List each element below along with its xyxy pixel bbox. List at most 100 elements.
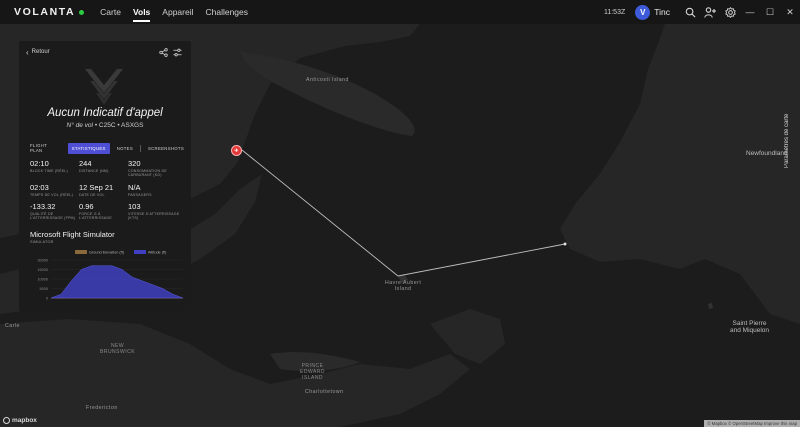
search-icon[interactable] <box>680 0 700 24</box>
map-label-new-brunswick: NEW BRUNSWICK <box>100 343 136 355</box>
flight-info: • C25C • ASXGS <box>94 122 144 129</box>
stat-landing-rate: -133.32 QUALITÉ DE L'ATTERRISSAGE (FPM) <box>30 202 79 221</box>
stat-label: QUALITÉ DE L'ATTERRISSAGE (FPM) <box>30 211 76 221</box>
stat-label: VITESSE D'ATTERRISSAGE (KTS) <box>128 211 180 221</box>
panel-header: ‹ Retour <box>19 41 191 63</box>
add-user-icon[interactable] <box>700 0 720 24</box>
stat-value: 244 <box>79 159 92 168</box>
simulator-name: Microsoft Flight Simulator <box>30 230 115 239</box>
stat-value: 103 <box>128 201 141 211</box>
back-button[interactable]: ‹ Retour <box>26 48 50 57</box>
sliders-icon[interactable] <box>170 48 184 57</box>
airport-icon: ✈ <box>234 147 239 154</box>
stat-passengers: N/A PASSAGERS <box>128 183 186 197</box>
top-right-area: 11:53Z V Tinc — ☐ ✕ <box>604 0 800 24</box>
stat-label: FORCE G À L'ATTERRISSAGE <box>79 211 112 221</box>
map-settings-tab[interactable]: Paramètres de carte <box>784 88 796 168</box>
stat-value: 02:03 <box>30 182 49 192</box>
mapbox-logo: mapbox <box>3 417 37 424</box>
chart-altitude-series <box>50 265 184 299</box>
stat-value: 12 Sep 21 <box>79 182 114 192</box>
map-label-pei: PRINCE EDWARD ISLAND <box>300 363 326 381</box>
nav-carte[interactable]: Carte <box>94 0 127 24</box>
avatar[interactable]: V <box>635 4 651 20</box>
airline-emblem-icon <box>85 69 123 105</box>
maximize-button[interactable]: ☐ <box>760 0 780 24</box>
map-label-havre-aubert: Havre Aubert Island <box>385 280 422 292</box>
close-icon: ✕ <box>786 6 794 17</box>
departure-marker[interactable]: ✈ <box>231 145 242 156</box>
top-bar: VOLANTA Carte Vols Appareil Challenges 1… <box>0 0 800 24</box>
chart-y-tick-label: 0 <box>46 297 48 301</box>
maximize-icon: ☐ <box>765 6 775 17</box>
share-icon[interactable] <box>156 47 170 57</box>
mapbox-icon <box>3 417 10 424</box>
altitude-chart[interactable]: 20000 15000 10000 5000 0 Ground Elevation (ft… <box>23 246 187 308</box>
nav-vols[interactable]: Vols <box>127 0 156 24</box>
flight-detail-panel: ‹ Retour Aucun Indicatif d'appel N° de vo… <box>19 41 191 311</box>
map-label-anticosti: Anticosti Island <box>306 77 349 83</box>
map-label-carte: Carle <box>5 323 20 329</box>
tab-statistiques[interactable]: STATISTIQUES <box>67 142 110 154</box>
stat-fuel: 320 CONSOMMATION DE CARBURANT (KG) <box>128 159 186 178</box>
tab-screenshots[interactable]: SCREENSHOTS <box>144 143 188 154</box>
nav-appareil[interactable]: Appareil <box>156 0 199 24</box>
map-label-fredericton: Fredericton <box>86 405 118 411</box>
chevron-left-icon: ‹ <box>26 47 29 57</box>
chart-y-tick-label: 15000 <box>37 268 48 272</box>
online-status-dot <box>79 9 85 15</box>
stat-distance: 244 DISTANCE (NM) <box>79 159 128 178</box>
main-nav: Carte Vols Appareil Challenges <box>94 0 254 24</box>
stat-label: DATE DE VOL <box>79 192 105 197</box>
back-label: Retour <box>31 49 50 55</box>
stat-label: TEMPS DE VOL (RÉEL) <box>30 192 74 197</box>
callsign-title: Aucun Indicatif d'appel <box>47 107 163 119</box>
stat-value: -133.32 <box>30 201 56 211</box>
gear-icon[interactable] <box>720 0 740 24</box>
stat-label: CONSOMMATION DE CARBURANT (KG) <box>128 169 167 178</box>
legend-swatch-ground <box>75 250 87 254</box>
app-logo[interactable]: VOLANTA <box>14 6 85 18</box>
close-button[interactable]: ✕ <box>780 0 800 24</box>
stat-label: PASSAGERS <box>128 192 152 197</box>
simulator-label: SIMULATOR <box>30 240 54 244</box>
stats-grid: 02:10 BLOCK TIME (RÉEL) 244 DISTANCE (NM) … <box>30 159 186 221</box>
legend-label-ground: Ground Elevation (ft) <box>89 250 125 254</box>
mapbox-logo-text: mapbox <box>12 417 37 424</box>
map-attribution[interactable]: © Mapbox © OpenStreetMap Improve this ma… <box>704 420 800 427</box>
chart-y-tick-label: 10000 <box>37 278 48 282</box>
stat-flight-date: 12 Sep 21 DATE DE VOL <box>79 183 128 197</box>
chart-y-tick-label: 20000 <box>37 259 48 263</box>
flight-subtitle: N° de vol • C25C • ASXGS <box>19 122 191 129</box>
map-label-charlottetown: Charlottetown <box>305 389 344 395</box>
tab-divider <box>140 144 141 152</box>
panel-tabs: FLIGHT PLAN STATISTIQUES NOTES SCREENSHO… <box>26 140 191 156</box>
avatar-initial: V <box>640 7 646 17</box>
tab-notes[interactable]: NOTES <box>113 143 137 154</box>
nav-challenges[interactable]: Challenges <box>199 0 254 24</box>
stat-label: DISTANCE (NM) <box>79 169 109 173</box>
stat-value: N/A <box>128 182 141 192</box>
tab-flight-plan[interactable]: FLIGHT PLAN <box>26 140 65 156</box>
stat-landing-speed: 103 VITESSE D'ATTERRISSAGE (KTS) <box>128 202 186 221</box>
legend-label-altitude: Altitude (ft) <box>148 250 167 254</box>
stat-flight-time: 02:03 TEMPS DE VOL (RÉEL) <box>30 183 79 197</box>
chart-y-tick-label: 5000 <box>40 287 48 291</box>
stat-value: 320 <box>128 159 141 168</box>
stat-block-time: 02:10 BLOCK TIME (RÉEL) <box>30 159 79 178</box>
stat-value: 0.96 <box>79 201 94 211</box>
map-settings-label: Paramètres de carte <box>784 113 790 168</box>
flight-number-label: N° de vol <box>66 122 93 129</box>
stat-value: 02:10 <box>30 159 49 168</box>
app-logo-text: VOLANTA <box>14 6 76 18</box>
map-label-saint-pierre: Saint Pierre and Miquelon <box>730 320 770 335</box>
legend-swatch-altitude <box>134 250 146 254</box>
minimize-icon: — <box>745 7 755 17</box>
minimize-button[interactable]: — <box>740 0 760 24</box>
username[interactable]: Tinc <box>654 7 670 17</box>
stat-label: BLOCK TIME (RÉEL) <box>30 169 68 173</box>
utc-clock: 11:53Z <box>603 8 626 16</box>
stat-landing-g: 0.96 FORCE G À L'ATTERRISSAGE <box>79 202 128 221</box>
map-label-newfoundland: Newfoundland <box>746 150 788 157</box>
panel-actions <box>156 47 184 57</box>
